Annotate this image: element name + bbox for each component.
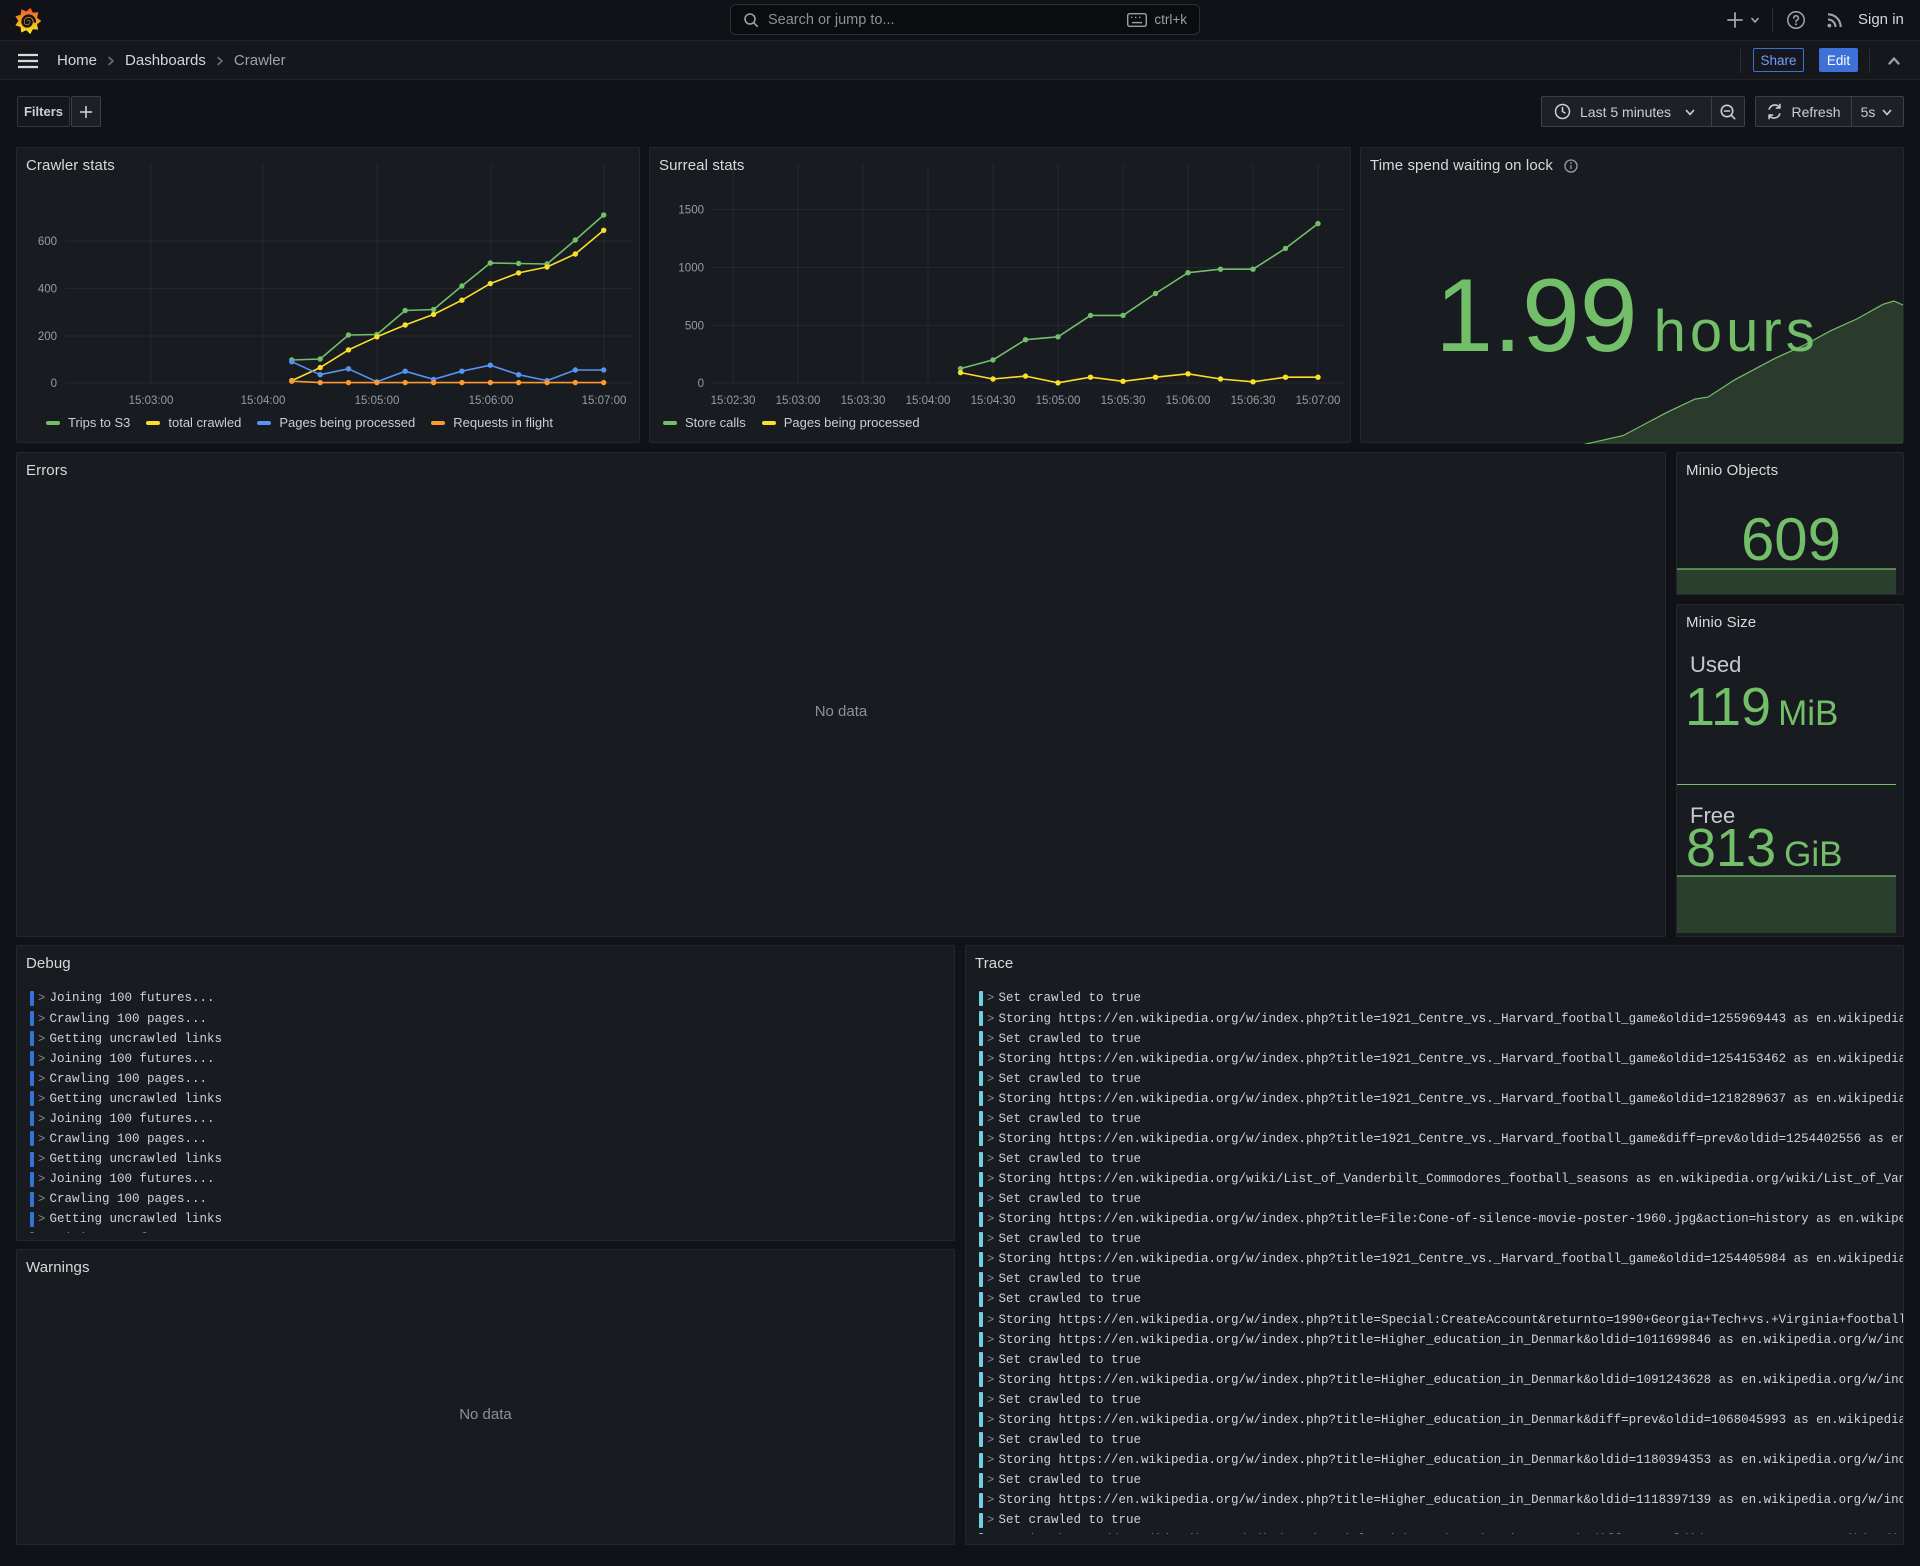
svg-text:15:03:00: 15:03:00 [129, 395, 174, 407]
svg-text:400: 400 [38, 284, 57, 296]
svg-text:15:04:00: 15:04:00 [906, 395, 951, 407]
svg-text:15:05:00: 15:05:00 [355, 395, 400, 407]
svg-text:15:06:00: 15:06:00 [469, 395, 514, 407]
svg-text:15:04:00: 15:04:00 [241, 395, 286, 407]
svg-text:1000: 1000 [678, 263, 704, 275]
svg-text:15:06:30: 15:06:30 [1231, 395, 1276, 407]
svg-text:15:04:30: 15:04:30 [971, 395, 1016, 407]
svg-text:15:02:30: 15:02:30 [711, 395, 756, 407]
svg-text:1500: 1500 [678, 205, 704, 217]
svg-text:15:07:00: 15:07:00 [582, 395, 627, 407]
svg-text:0: 0 [698, 378, 704, 390]
svg-text:15:05:00: 15:05:00 [1036, 395, 1081, 407]
svg-text:15:03:00: 15:03:00 [776, 395, 821, 407]
svg-text:15:03:30: 15:03:30 [841, 395, 886, 407]
svg-text:0: 0 [51, 378, 57, 390]
svg-text:15:06:00: 15:06:00 [1166, 395, 1211, 407]
svg-text:15:07:00: 15:07:00 [1296, 395, 1341, 407]
svg-text:15:05:30: 15:05:30 [1101, 395, 1146, 407]
svg-text:600: 600 [38, 236, 57, 248]
svg-text:500: 500 [685, 321, 704, 333]
svg-text:200: 200 [38, 331, 57, 343]
